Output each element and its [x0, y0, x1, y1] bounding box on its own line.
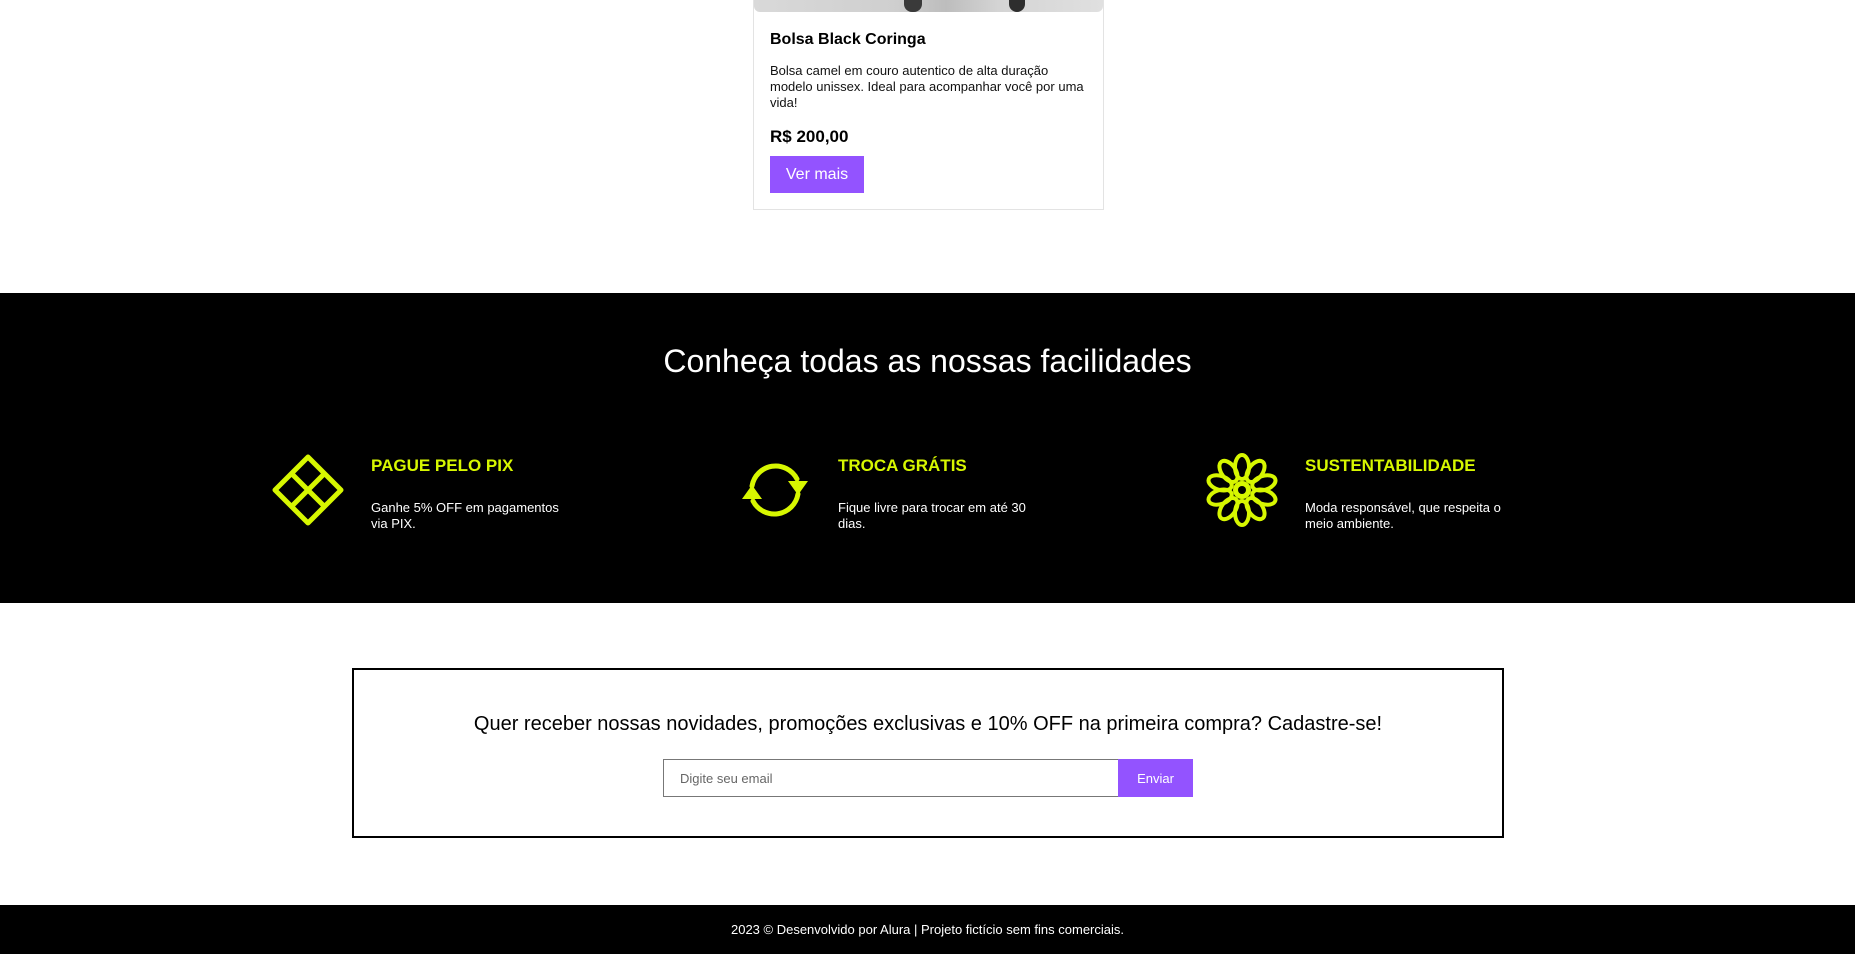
exchange-arrows-icon [738, 453, 812, 527]
features-section: Conheça todas as nossas facilidades PAGU… [0, 293, 1855, 603]
flower-icon [1205, 453, 1279, 527]
features-title: Conheça todas as nossas facilidades [663, 343, 1192, 379]
footer: 2023 © Desenvolvido por Alura | Projeto … [0, 905, 1855, 954]
feature-text: Ganhe 5% OFF em pagamentos via PIX. [371, 500, 559, 531]
feature-title: PAGUE PELO PIX [371, 456, 514, 475]
newsletter-text: Quer receber nossas novidades, promoções… [354, 713, 1502, 736]
newsletter-form: Enviar [663, 759, 1194, 797]
footer-text: 2023 © Desenvolvido por Alura | Projeto … [730, 922, 1124, 937]
product-title: Bolsa Black Coringa [770, 31, 926, 48]
feature-troca: TROCA GRÁTIS Fique livre para trocar em … [738, 453, 1158, 543]
feature-pix: PAGUE PELO PIX Ganhe 5% OFF em pagamento… [271, 453, 691, 543]
product-image [754, 0, 1103, 12]
product-price: R$ 200,00 [770, 127, 849, 146]
feature-text: Fique livre para trocar em até 30 dias. [838, 500, 1026, 531]
product-description: Bolsa camel em couro autentico de alta d… [770, 63, 1084, 110]
feature-title: SUSTENTABILIDADE [1305, 456, 1476, 475]
newsletter-box: Quer receber nossas novidades, promoções… [352, 668, 1504, 838]
pix-diamond-icon [271, 453, 345, 527]
feature-sustentabilidade: SUSTENTABILIDADE Moda responsável, que r… [1205, 453, 1625, 543]
feature-text: Moda responsável, que respeita o meio am… [1305, 500, 1501, 531]
feature-title: TROCA GRÁTIS [838, 456, 967, 475]
newsletter-message: Quer receber nossas novidades, promoções… [473, 713, 1263, 735]
product-card: Bolsa Black Coringa Bolsa camel em couro… [753, 0, 1104, 210]
ver-mais-button[interactable]: Ver mais [770, 156, 864, 193]
email-input[interactable] [663, 759, 1119, 797]
enviar-button[interactable]: Enviar [1118, 759, 1193, 797]
newsletter-cta: Cadastre-se! [1267, 713, 1383, 735]
